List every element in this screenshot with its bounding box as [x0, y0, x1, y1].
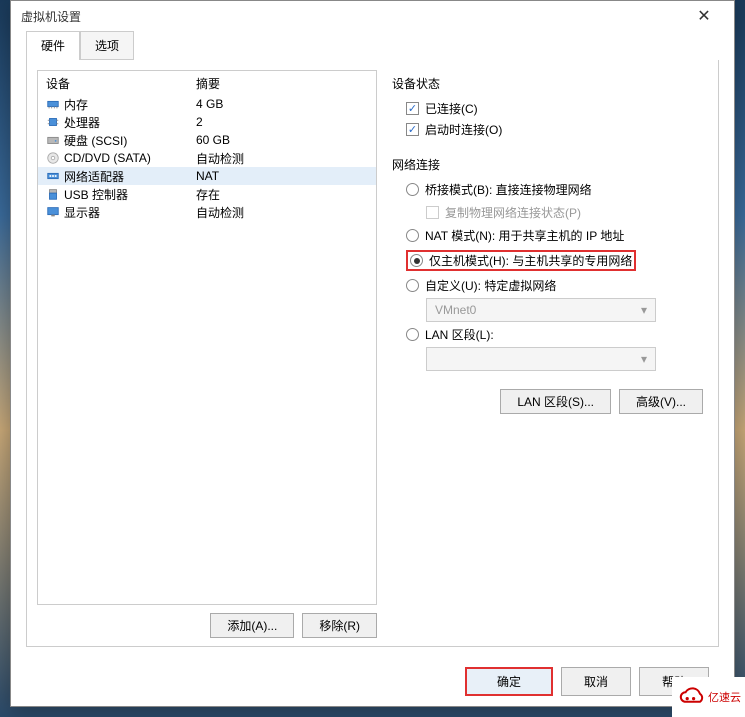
cell: 处理器 [64, 114, 100, 131]
radio-icon [406, 229, 419, 242]
radio-icon [406, 279, 419, 292]
table-row[interactable]: 硬盘 (SCSI) 60 GB [38, 131, 376, 149]
radio-icon [406, 183, 419, 196]
tab-options[interactable]: 选项 [80, 31, 134, 60]
hardware-table: 设备 摘要 内存 4 GB 处理器 2 硬盘 (SCSI) 60 GB CD/D… [37, 70, 377, 605]
table-row[interactable]: CD/DVD (SATA) 自动检测 [38, 149, 376, 167]
checkbox-connected[interactable]: ✓ 已连接(C) [406, 100, 703, 117]
tabs: 硬件 选项 [11, 31, 734, 60]
col-device: 设备 [38, 75, 188, 92]
bottom-bar: 确定 取消 帮助 [11, 657, 734, 706]
cell: 内存 [64, 96, 88, 113]
col-summary: 摘要 [188, 75, 376, 92]
usb-icon [46, 187, 60, 201]
display-icon [46, 205, 60, 219]
watermark: 亿速云 [672, 677, 745, 717]
vm-settings-window: 虚拟机设置 ✕ 硬件 选项 设备 摘要 内存 4 GB 处理器 2 [10, 0, 735, 707]
device-status-title: 设备状态 [392, 75, 703, 92]
check-icon: ✓ [406, 123, 419, 136]
ok-button[interactable]: 确定 [465, 667, 553, 696]
table-row[interactable]: 内存 4 GB [38, 95, 376, 113]
table-row[interactable]: 显示器 自动检测 [38, 203, 376, 221]
cpu-icon [46, 115, 60, 129]
check-icon [426, 206, 439, 219]
radio-label: 仅主机模式(H): 与主机共享的专用网络 [429, 252, 632, 269]
hw-buttons: 添加(A)... 移除(R) [37, 605, 377, 646]
checkbox-label: 启动时连接(O) [425, 121, 502, 138]
close-icon[interactable]: ✕ [684, 6, 724, 26]
radio-bridged[interactable]: 桥接模式(B): 直接连接物理网络 [406, 181, 703, 198]
remove-button[interactable]: 移除(R) [302, 613, 377, 638]
radio-icon [406, 328, 419, 341]
table-header: 设备 摘要 [38, 71, 376, 95]
table-row[interactable]: USB 控制器 存在 [38, 185, 376, 203]
cell: 硬盘 (SCSI) [64, 132, 127, 149]
cloud-logo-icon [676, 681, 708, 713]
cell: 存在 [196, 186, 220, 203]
radio-label: LAN 区段(L): [425, 326, 494, 343]
add-button[interactable]: 添加(A)... [210, 613, 294, 638]
cancel-button[interactable]: 取消 [561, 667, 631, 696]
tab-content: 设备 摘要 内存 4 GB 处理器 2 硬盘 (SCSI) 60 GB CD/D… [26, 60, 719, 647]
cell: 4 GB [196, 97, 223, 111]
cell: CD/DVD (SATA) [64, 151, 151, 165]
cell: 2 [196, 115, 203, 129]
table-row[interactable]: 网络适配器 NAT [38, 167, 376, 185]
checkbox-label: 复制物理网络连接状态(P) [445, 204, 581, 221]
cell: 显示器 [64, 204, 100, 221]
vmnet-select: VMnet0 [426, 298, 656, 322]
watermark-text: 亿速云 [708, 689, 741, 705]
check-icon: ✓ [406, 102, 419, 115]
network-icon [46, 169, 60, 183]
radio-custom[interactable]: 自定义(U): 特定虚拟网络 [406, 277, 703, 294]
net-buttons: LAN 区段(S)... 高级(V)... [392, 389, 703, 414]
cell: 自动检测 [196, 204, 244, 221]
radio-label: NAT 模式(N): 用于共享主机的 IP 地址 [425, 227, 624, 244]
hardware-left-panel: 设备 摘要 内存 4 GB 处理器 2 硬盘 (SCSI) 60 GB CD/D… [27, 70, 377, 646]
checkbox-replicate: 复制物理网络连接状态(P) [406, 204, 703, 221]
radio-label: 桥接模式(B): 直接连接物理网络 [425, 181, 592, 198]
network-title: 网络连接 [392, 156, 703, 173]
lan-segments-button[interactable]: LAN 区段(S)... [500, 389, 611, 414]
radio-label: 自定义(U): 特定虚拟网络 [425, 277, 556, 294]
radio-icon [410, 254, 423, 267]
table-row[interactable]: 处理器 2 [38, 113, 376, 131]
memory-icon [46, 97, 60, 111]
hardware-right-panel: 设备状态 ✓ 已连接(C) ✓ 启动时连接(O) 网络连接 桥接模式(B): 直… [392, 70, 718, 646]
disk-icon [46, 133, 60, 147]
radio-hostonly[interactable]: 仅主机模式(H): 与主机共享的专用网络 [406, 250, 636, 271]
radio-lan-segment[interactable]: LAN 区段(L): [406, 326, 703, 343]
cell: NAT [196, 169, 219, 183]
advanced-button[interactable]: 高级(V)... [619, 389, 703, 414]
cell: USB 控制器 [64, 186, 128, 203]
cell: 60 GB [196, 133, 230, 147]
select-value: VMnet0 [435, 303, 476, 317]
titlebar: 虚拟机设置 ✕ [11, 1, 734, 31]
cell: 自动检测 [196, 150, 244, 167]
checkbox-connect-on-start[interactable]: ✓ 启动时连接(O) [406, 121, 703, 138]
window-title: 虚拟机设置 [21, 8, 684, 25]
cell: 网络适配器 [64, 168, 124, 185]
cd-icon [46, 151, 60, 165]
radio-nat[interactable]: NAT 模式(N): 用于共享主机的 IP 地址 [406, 227, 703, 244]
checkbox-label: 已连接(C) [425, 100, 478, 117]
tab-hardware[interactable]: 硬件 [26, 31, 80, 60]
lan-segment-select [426, 347, 656, 371]
